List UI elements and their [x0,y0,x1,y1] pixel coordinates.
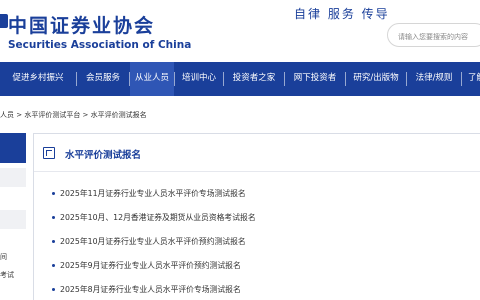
site-logo[interactable]: 中国证券业协会 Securities Association of China [0,6,191,56]
main-nav: 促进乡村振兴 会员服务 从业人员 培训中心 投资者之家 网下投资者 研究/出版物… [0,62,480,96]
bullet-icon [52,264,55,267]
logo-english-name: Securities Association of China [8,39,192,51]
nav-item-member-services[interactable]: 会员服务 [77,62,129,96]
list-item-link[interactable]: 2025年11月证券行业专业人员水平评价专场测试报名 [60,188,246,199]
list-item-link[interactable]: 2025年10月证券行业专业人员水平评价预约测试报名 [60,236,246,247]
list-item[interactable]: 2025年8月证券行业专业人员水平评价专场测试报名 [34,278,480,300]
nav-item-laws-rules[interactable]: 法律/规则 [407,62,461,96]
list-item-link[interactable]: 2025年10月、12月香港证券及期货从业员资格考试报名 [60,212,256,223]
logo-chinese-name: 中国证券业协会 [8,15,156,37]
header-slogan: 自律 服务 传导 [294,7,390,21]
nav-item-about[interactable]: 了解 [462,62,480,96]
nav-item-offline-investors[interactable]: 网下投资者 [285,62,345,96]
sidebar-header [0,133,26,163]
logo-emblem-icon [0,14,8,28]
search-box [387,23,480,48]
sidebar: 间 考试 [0,133,26,300]
sidebar-item[interactable] [0,168,26,188]
panel-header: 水平评价测试报名 [34,134,480,172]
sidebar-item[interactable] [0,210,26,230]
nav-item-practitioners[interactable]: 从业人员 [130,62,174,96]
list-item[interactable]: 2025年11月证券行业专业人员水平评价专场测试报名 [34,182,480,206]
nav-item-rural-revitalization[interactable]: 促进乡村振兴 [0,62,76,96]
site-header: 中国证券业协会 Securities Association of China … [0,0,480,62]
nav-item-investor-home[interactable]: 投资者之家 [224,62,284,96]
list-item-link[interactable]: 2025年8月证券行业专业人员水平评价专场测试报名 [60,284,241,295]
bullet-icon [52,288,55,291]
nav-item-training-center[interactable]: 培训中心 [175,62,223,96]
list-item-link[interactable]: 2025年9月证券行业专业人员水平评价预约测试报名 [60,260,241,271]
bullet-icon [52,216,55,219]
search-input[interactable] [388,26,480,48]
breadcrumb: 人员 > 水平评价测试平台 > 水平评价测试报名 [0,111,147,119]
list-item[interactable]: 2025年10月、12月香港证券及期货从业员资格考试报名 [34,206,480,230]
panel-title: 水平评价测试报名 [65,150,142,161]
content-panel: 水平评价测试报名 2025年11月证券行业专业人员水平评价专场测试报名 2025… [33,133,480,300]
sidebar-item-label[interactable]: 考试 [0,270,14,280]
list-item[interactable]: 2025年9月证券行业专业人员水平评价预约测试报名 [34,254,480,278]
bullet-icon [52,240,55,243]
document-icon [43,147,55,159]
list-item[interactable]: 2025年10月证券行业专业人员水平评价预约测试报名 [34,230,480,254]
sidebar-item-label[interactable]: 间 [0,252,7,262]
nav-item-research-publications[interactable]: 研究/出版物 [346,62,406,96]
bullet-icon [52,192,55,195]
